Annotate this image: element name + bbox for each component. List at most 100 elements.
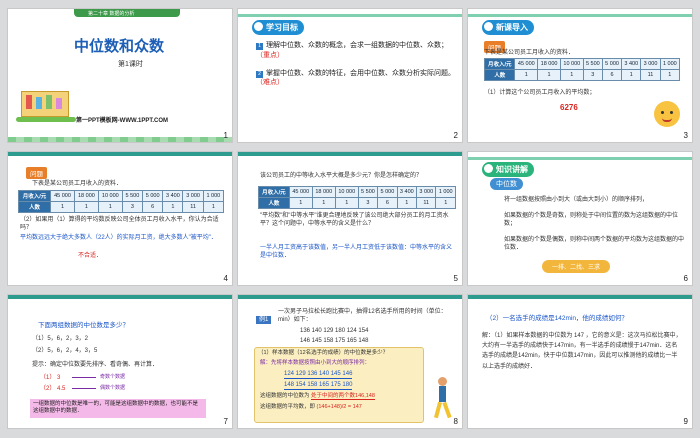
goal-1: 1 理解中位数、众数的概念，会求一组数据的中位数、众数；（重点） xyxy=(256,42,448,59)
table-header-cell: 月收入/元 xyxy=(483,58,516,70)
slide-number: 8 xyxy=(453,417,458,426)
arrow-line-2 xyxy=(72,388,96,389)
answer-text: 解：（1）如果样本数据的中位数为 147 ，它的意义是：这次马拉松比赛中，大约有… xyxy=(482,333,682,370)
table-cell: 5 000 xyxy=(601,58,623,70)
table-cell: 1 xyxy=(559,69,584,81)
slide-title: 中位数和众数 xyxy=(74,38,165,55)
table-cell: 1 xyxy=(537,69,561,81)
intro-text: 下表是某公司员工月收入的资料． xyxy=(32,181,123,187)
table-cell: 3 400 xyxy=(621,58,642,70)
definition-line-3: 如果数据的个数是偶数，则称中间两个数据的平均数为这组数据的中位数． xyxy=(504,237,685,252)
discussion-text: "平均数"和"中等水平"谁更合理地反映了该公司绝大部分员工的月工资水平？这个问题… xyxy=(260,213,449,228)
cartoon-character xyxy=(650,99,684,133)
table-cell: 1 xyxy=(334,197,359,209)
dataset-2: （2）5，6，2，4，3，5 xyxy=(32,348,98,354)
question-text: 该公司员工的中等收入水平大概是多少元？你是怎样确定的？ xyxy=(260,173,423,179)
hint-text: 提示：确定中位数要先排序、看奇偶、再计算． xyxy=(32,362,159,368)
table-header-cell: 人数 xyxy=(483,69,516,81)
section-heading: 知识讲解 xyxy=(482,162,534,177)
income-table: 月收入/元 45 000 18 000 10 000 5 500 5 000 3 400 3… xyxy=(17,190,225,213)
intro-text: 一次男子马拉松长跑比赛中，抽得12名选手所用的时间（单位：min）如下： xyxy=(278,309,447,324)
slide-3-thumbnail[interactable]: 新课导入 问题 下表是某公司员工月收入的资料． 月收入/元 45 000 18 0… xyxy=(467,8,693,143)
table-cell: 3 000 xyxy=(640,58,661,70)
question-text: （2）如果用（1）算得的平均数反映公司全体员工月收入水平，你认为合适吗？ xyxy=(20,217,219,232)
table-cell: 6 xyxy=(601,69,623,81)
question-text: （1）计算这个公司员工月收入的平均数； xyxy=(484,90,596,96)
slide-number: 9 xyxy=(683,417,688,426)
arrow-line-1 xyxy=(72,377,96,378)
top-bar xyxy=(468,9,692,17)
table-cell: 11 xyxy=(640,69,661,81)
slide-number: 7 xyxy=(223,417,228,426)
slide-5-thumbnail[interactable]: 该公司员工的中等收入水平大概是多少元？你是怎样确定的？ 月收入/元 45 000… xyxy=(237,151,463,286)
note-2: 偶数个数据 xyxy=(100,385,126,391)
table-cell: 3 000 xyxy=(416,186,437,198)
intro-text: 下表是某公司员工月收入的资料． xyxy=(484,50,575,56)
data-row-2: 146 145 158 175 165 148 xyxy=(300,338,369,344)
definition-line-1: 将一组数据按照由小到大（或由大到小）的顺序排列， xyxy=(504,197,649,203)
goal-2: 2 掌握中位数、众数的特征，会用中位数、众数分析实际问题。（难点） xyxy=(256,69,455,87)
table-cell: 3 xyxy=(357,197,379,209)
problem-tag: 问题 xyxy=(26,167,47,179)
table-cell: 6 xyxy=(377,197,398,209)
table-cell: 1 xyxy=(202,201,225,213)
table-cell: 5 500 xyxy=(121,190,144,202)
table-cell: 11 xyxy=(416,197,437,209)
table-cell: 10 000 xyxy=(97,190,123,202)
question-text: （2）一名选手的成绩是142min，他的成绩如何？ xyxy=(486,315,628,322)
result-1: （1） 3 xyxy=(40,375,61,381)
top-bar xyxy=(8,295,232,299)
table-header-cell: 人数 xyxy=(258,197,290,209)
table-cell: 3 xyxy=(121,201,144,213)
slide-8-thumbnail[interactable]: 例1 一次男子马拉松长跑比赛中，抽得12名选手所用的时间（单位：min）如下： … xyxy=(237,294,463,429)
slide-number: 6 xyxy=(683,274,688,283)
slide-7-thumbnail[interactable]: 下面两组数据的中位数是多少？ （1）5，6，2，3，2 （2）5，6，2，4，3… xyxy=(7,294,233,429)
sorted-row-2: 148 154 158 165 175 180 xyxy=(284,381,353,391)
section-heading: 新课导入 xyxy=(482,20,534,35)
definition-line-2: 如果数据的个数是奇数，则称处于中间位置的数为这组数据的中位数； xyxy=(504,213,679,228)
slide-6-thumbnail[interactable]: 知识讲解 中位数 将一组数据按照由小到大（或由大到小）的顺序排列， 如果数据的个… xyxy=(467,151,693,286)
dataset-1: （1）5，6，2，3，2 xyxy=(32,336,89,342)
table-cell: 1 xyxy=(435,197,456,209)
slide-9-thumbnail[interactable]: （2）一名选手的成绩是142min，他的成绩如何？ 解：（1）如果样本数据的中位… xyxy=(467,294,693,429)
table-cell: 11 xyxy=(182,201,204,213)
summary-box: 一组数据的中位数是唯一的，可能是这组数据中的数据，也可能不是这组数据中的数据． xyxy=(30,399,206,418)
slide-4-thumbnail[interactable]: 问题 下表是某公司员工月收入的资料． 月收入/元 45 000 18 000 10 … xyxy=(7,151,233,286)
table-header-cell: 人数 xyxy=(17,201,52,213)
conclusion-line-1: 这组数据的中位数为 处于中间的两个数146,148 xyxy=(260,393,375,400)
table-cell: 18 000 xyxy=(73,190,99,202)
slide-2-thumbnail[interactable]: 学习目标 1 理解中位数、众数的概念，会求一组数据的中位数、众数；（重点） 2 掌握… xyxy=(237,8,463,143)
table-header-cell: 月收入/元 xyxy=(258,186,290,198)
table-cell: 1 000 xyxy=(202,190,225,202)
answer-text: 一半人月工资高于该数值，另一半人月工资低于该数值：中等水平的含义是中位数． xyxy=(260,245,453,260)
banner: 第二十章 数据的分析 xyxy=(8,9,232,19)
table-cell: 10 000 xyxy=(334,186,359,198)
table-cell: 5 000 xyxy=(142,190,164,202)
banner-text: 第二十章 数据的分析 xyxy=(88,11,135,17)
table-cell: 1 xyxy=(50,201,75,213)
table-cell: 1 xyxy=(311,197,336,209)
table-cell: 18 000 xyxy=(311,186,336,198)
slide-1-thumbnail[interactable]: 第二十章 数据的分析 中位数和众数 第1课时 第一PPT模板网-WWW.1PPT… xyxy=(7,8,233,143)
table-cell: 1 xyxy=(659,69,681,81)
table-cell: 45 000 xyxy=(514,58,539,70)
table-cell: 18 000 xyxy=(537,58,561,70)
table-cell: 3 xyxy=(582,69,603,81)
table-header-cell: 月收入/元 xyxy=(17,190,52,202)
table-cell: 10 000 xyxy=(559,58,584,70)
slide-number: 3 xyxy=(683,131,688,140)
answer-text: 平均数远远大于绝大多数人（22人）的实际月工资，绝大多数人"被平均"． xyxy=(20,235,217,241)
slide-number: 4 xyxy=(223,274,228,283)
table-cell: 1 xyxy=(621,69,642,81)
table-cell: 1 xyxy=(396,197,418,209)
top-bar xyxy=(468,295,692,299)
table-cell: 45 000 xyxy=(50,190,75,202)
subsection-label: 中位数 xyxy=(490,178,523,190)
answer-conclusion: 不合适． xyxy=(78,253,103,259)
table-cell: 1 xyxy=(514,69,539,81)
table-cell: 45 000 xyxy=(288,186,313,198)
example-tag: 例1 xyxy=(256,308,272,326)
table-cell: 5 500 xyxy=(357,186,379,198)
slide-number: 1 xyxy=(223,131,228,140)
top-bar xyxy=(468,152,692,160)
